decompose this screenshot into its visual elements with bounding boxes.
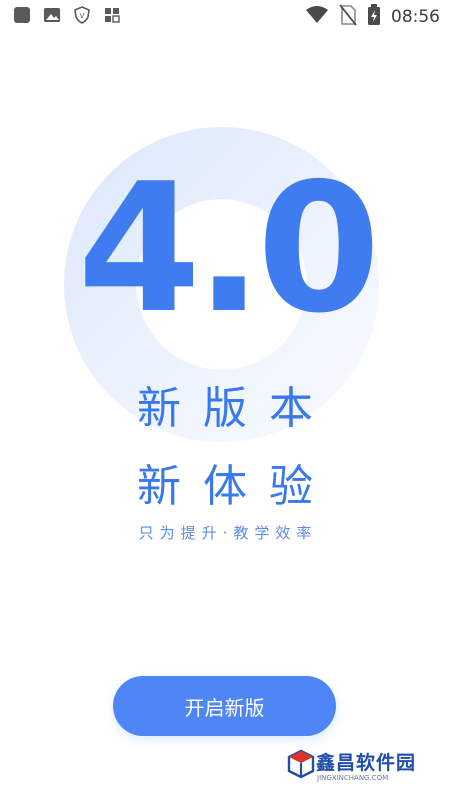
headline-new-experience: 新体验 <box>137 461 335 512</box>
image-icon <box>42 5 62 25</box>
version-number: 4.0 <box>0 160 450 320</box>
notification-icons: V <box>12 5 122 25</box>
status-bar: V 08:56 <box>0 0 450 32</box>
battery-charging-icon <box>367 4 381 30</box>
watermark-logo: 鑫昌软件园 JINGXINCHANG.COM <box>286 748 446 792</box>
system-icons: 08:56 <box>305 4 440 30</box>
wifi-icon <box>305 5 329 29</box>
app-square-icon <box>12 5 32 25</box>
grid-icon <box>102 5 122 25</box>
no-sim-icon <box>339 4 357 30</box>
tagline: 只为提升·教学效率 <box>138 524 318 542</box>
shield-icon: V <box>72 5 92 25</box>
version-label: 4.0 <box>77 160 374 320</box>
watermark-subtitle: JINGXINCHANG.COM <box>317 774 389 782</box>
svg-text:V: V <box>80 12 85 20</box>
watermark-title: 鑫昌软件园 <box>316 752 417 774</box>
headline-new-version: 新版本 <box>137 383 335 434</box>
clock: 08:56 <box>391 7 440 27</box>
cube-logo-icon <box>287 749 315 779</box>
start-new-version-button[interactable]: 开启新版 <box>113 676 336 736</box>
